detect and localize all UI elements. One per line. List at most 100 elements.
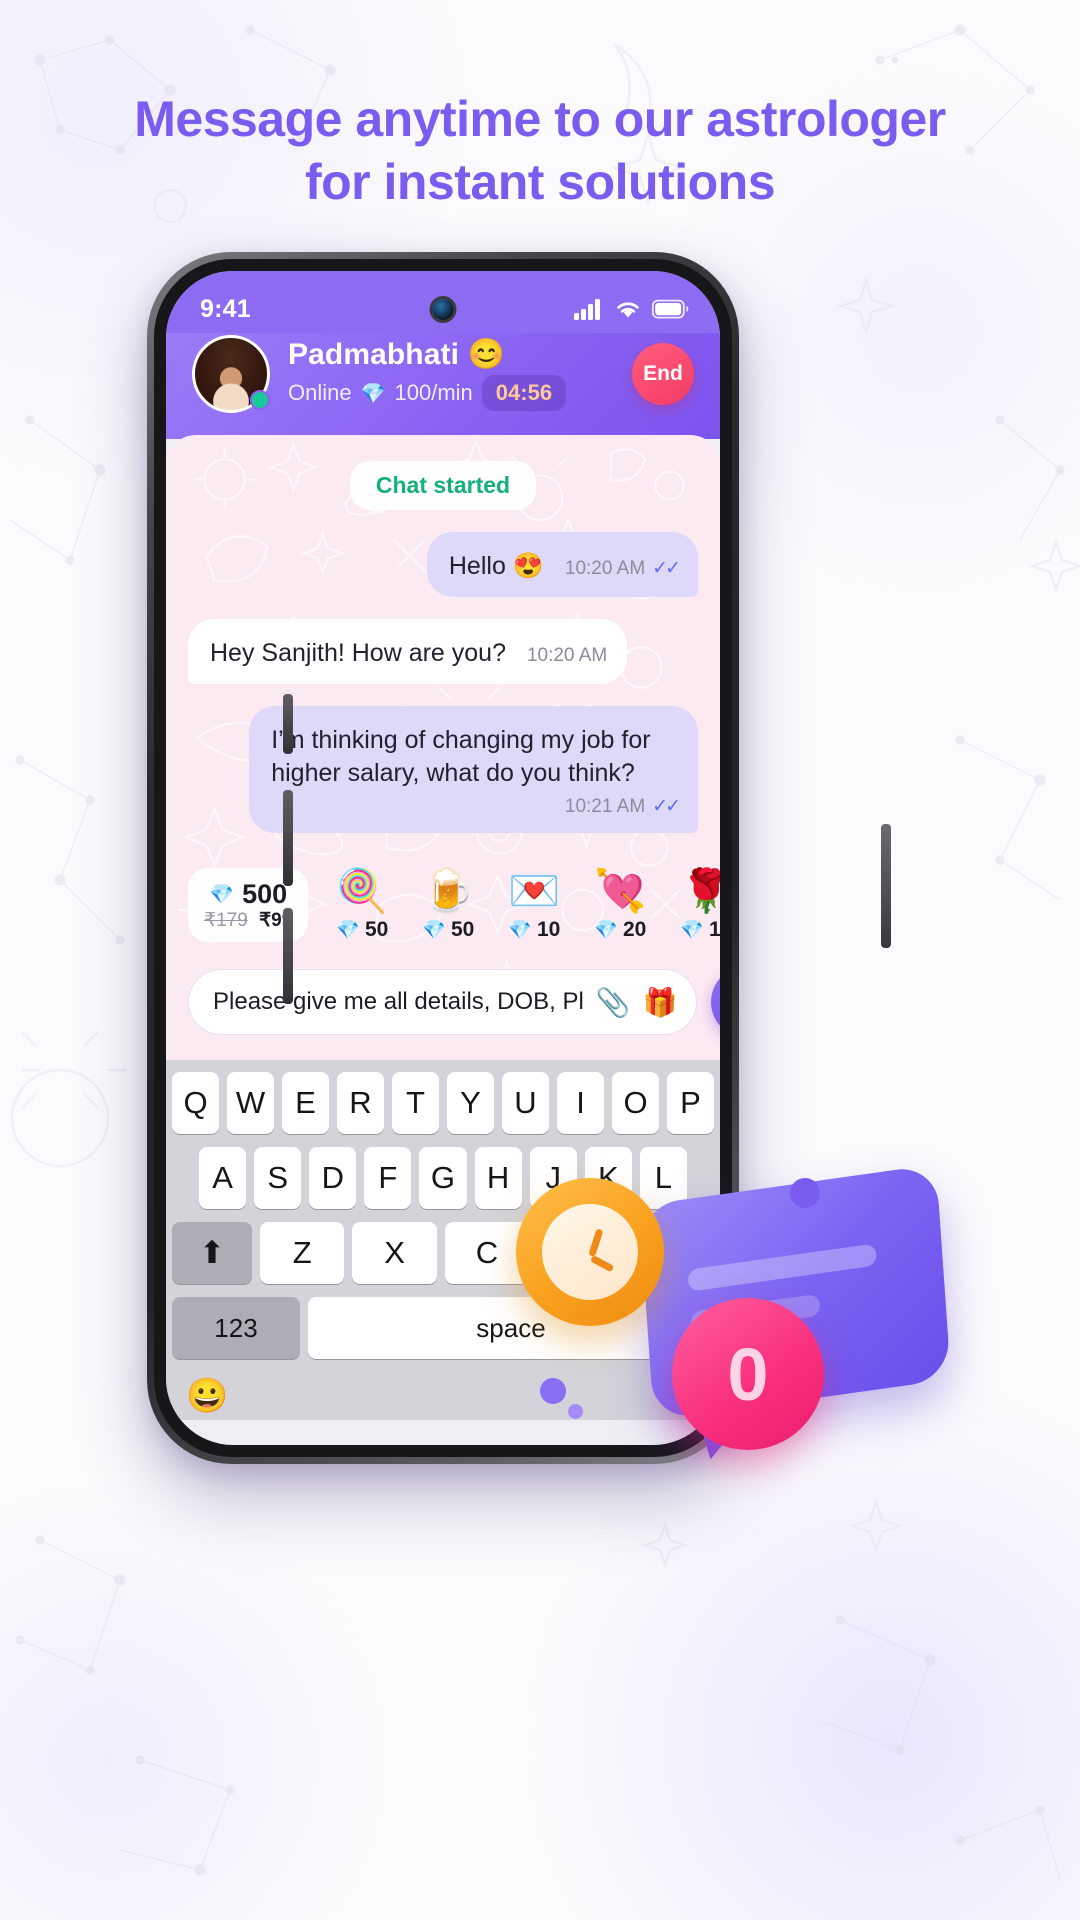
attachment-icon[interactable]: 📎 <box>596 986 631 1019</box>
front-camera-icon <box>432 299 454 320</box>
headline-line-2: for instant solutions <box>304 153 776 210</box>
keyboard-row-2: A S D F G H J K L <box>172 1147 714 1209</box>
key-r[interactable]: R <box>337 1072 384 1134</box>
key-w[interactable]: W <box>227 1072 274 1134</box>
gift-price: 15 <box>708 918 720 941</box>
key-c[interactable]: C <box>444 1222 530 1284</box>
gift-price: 50 <box>450 918 475 941</box>
message-row-incoming: Hey Sanjith! How are you? 10:20 AM <box>188 619 698 684</box>
gift-item-lollipop[interactable]: 🍭 💎 50 <box>330 870 394 942</box>
recharge-old-price: ₹179 <box>204 910 248 931</box>
message-input-field[interactable]: Please give me all details, DOB, Pl 📎 🎁 <box>188 969 697 1035</box>
keyboard-row-3: ⬆ Z X C V B <box>171 1222 715 1284</box>
status-bar: 9:41 <box>166 271 720 333</box>
message-row-outgoing: Hello 😍 10:20 AM ✓✓ <box>188 532 698 597</box>
emoji-key-icon[interactable]: 😀 <box>186 1376 228 1416</box>
gift-item-love-letter[interactable]: 💌 💎 10 <box>502 870 566 942</box>
love-letter-icon: 💌 <box>508 867 561 914</box>
key-p[interactable]: P <box>667 1072 714 1134</box>
gift-icon[interactable]: 🎁 <box>643 986 678 1019</box>
chat-started-row: Chat started <box>188 461 698 510</box>
gift-item-heart-arrow[interactable]: 💘 💎 20 <box>588 870 652 942</box>
message-bubble-job[interactable]: I’m thinking of changing my job for high… <box>249 706 698 834</box>
message-meta: 10:21 AM ✓✓ <box>271 794 681 819</box>
virtual-keyboard[interactable]: Q W E R T Y U I O P A S D F G H J K L ⬆ … <box>166 1060 720 1420</box>
message-input-text: Please give me all details, DOB, Pl <box>213 988 584 1015</box>
rose-icon: 🌹 <box>680 867 720 914</box>
phone-power-button[interactable] <box>881 824 891 948</box>
status-bar-time: 9:41 <box>200 294 251 323</box>
gift-price-row: 💎 20 <box>588 918 652 942</box>
wifi-icon <box>617 302 639 318</box>
message-row-outgoing: I’m thinking of changing my job for high… <box>188 706 698 834</box>
key-v[interactable]: V <box>537 1222 622 1284</box>
gift-price-row: 💎 50 <box>330 918 394 942</box>
lollipop-icon: 🍭 <box>336 867 389 914</box>
key-u[interactable]: U <box>502 1072 549 1134</box>
message-bubble-hello[interactable]: Hello 😍 10:20 AM ✓✓ <box>426 532 698 597</box>
message-text: I’m thinking of changing my job for high… <box>271 726 651 787</box>
chat-header: Padmabhati 😊 Online 💎 100/min 04:56 End <box>166 333 720 439</box>
key-j[interactable]: J <box>529 1147 577 1209</box>
message-time: 10:21 AM <box>564 796 646 817</box>
gift-price-row: 💎 10 <box>502 918 566 942</box>
session-timer: 04:56 <box>481 375 567 411</box>
gem-icon: 💎 <box>336 920 360 941</box>
key-z[interactable]: Z <box>259 1222 345 1284</box>
numbers-key[interactable]: 123 <box>172 1297 300 1359</box>
message-time: 10:20 AM <box>564 558 646 579</box>
key-f[interactable]: F <box>364 1147 412 1209</box>
key-k[interactable]: K <box>584 1147 632 1209</box>
gift-price-row: 💎 50 <box>416 918 480 942</box>
page-headline: Message anytime to our astrologer for in… <box>0 88 1080 213</box>
key-y[interactable]: Y <box>447 1072 494 1134</box>
key-q[interactable]: Q <box>172 1072 219 1134</box>
chat-started-badge: Chat started <box>349 461 537 510</box>
astrologer-name: Padmabhati 😊 <box>288 337 614 372</box>
gem-icon: 💎 <box>594 920 618 941</box>
phone-bezel: 9:41 Padmabhati 😊 Online 💎 100/min 04:56… <box>154 259 732 1457</box>
key-h[interactable]: H <box>474 1147 522 1209</box>
chat-header-info: Padmabhati 😊 Online 💎 100/min 04:56 <box>288 337 614 411</box>
key-l[interactable]: L <box>639 1147 687 1209</box>
key-a[interactable]: A <box>199 1147 247 1209</box>
gem-icon: 💎 <box>422 920 446 941</box>
message-bubble-hey[interactable]: Hey Sanjith! How are you? 10:20 AM <box>188 619 628 684</box>
gift-item-rose[interactable]: 🌹 💎 15 <box>674 870 720 942</box>
keyboard-row-1: Q W E R T Y U I O P <box>172 1072 714 1134</box>
space-key[interactable]: space <box>308 1297 714 1359</box>
key-s[interactable]: S <box>254 1147 302 1209</box>
key-g[interactable]: G <box>419 1147 467 1209</box>
gift-price: 50 <box>364 918 389 941</box>
chat-message-list[interactable]: Chat started Hello 😍 10:20 AM ✓✓ Hey San… <box>166 435 720 1060</box>
phone-mockup: 9:41 Padmabhati 😊 Online 💎 100/min 04:56… <box>147 252 891 1464</box>
send-button[interactable] <box>710 966 720 1038</box>
gem-icon: 💎 <box>209 884 235 906</box>
gift-strip: 💎 500 ₹179 ₹99 🍭 💎 50 🍺 💎 50 💌 💎 10 💘 💎 … <box>166 868 720 942</box>
phone-volume-down-button[interactable] <box>283 908 293 1004</box>
gift-item-beer[interactable]: 🍺 💎 50 <box>416 870 480 942</box>
gem-icon: 💎 <box>508 920 532 941</box>
key-t[interactable]: T <box>392 1072 439 1134</box>
key-o[interactable]: O <box>612 1072 659 1134</box>
key-b[interactable]: B <box>629 1222 715 1284</box>
read-receipt-icon: ✓✓ <box>652 558 681 579</box>
key-x[interactable]: X <box>352 1222 437 1284</box>
battery-icon <box>652 299 689 319</box>
key-e[interactable]: E <box>282 1072 329 1134</box>
shift-key[interactable]: ⬆ <box>171 1222 252 1284</box>
end-chat-button[interactable]: End <box>632 343 694 405</box>
key-i[interactable]: I <box>557 1072 604 1134</box>
key-d[interactable]: D <box>309 1147 357 1209</box>
heart-arrow-icon: 💘 <box>594 867 647 914</box>
astrologer-avatar[interactable] <box>192 335 270 413</box>
phone-volume-up-button[interactable] <box>283 790 293 886</box>
rate-per-minute: 100/min <box>394 380 473 405</box>
phone-mute-button[interactable] <box>283 694 293 754</box>
smiling-face-emoji: 😊 <box>467 338 505 371</box>
status-bar-indicators <box>574 298 690 320</box>
recharge-amount-row: 💎 500 <box>204 879 292 910</box>
message-meta: 10:20 AM ✓✓ <box>564 556 681 581</box>
gift-price: 20 <box>622 918 647 941</box>
message-time: 10:20 AM <box>526 645 608 666</box>
